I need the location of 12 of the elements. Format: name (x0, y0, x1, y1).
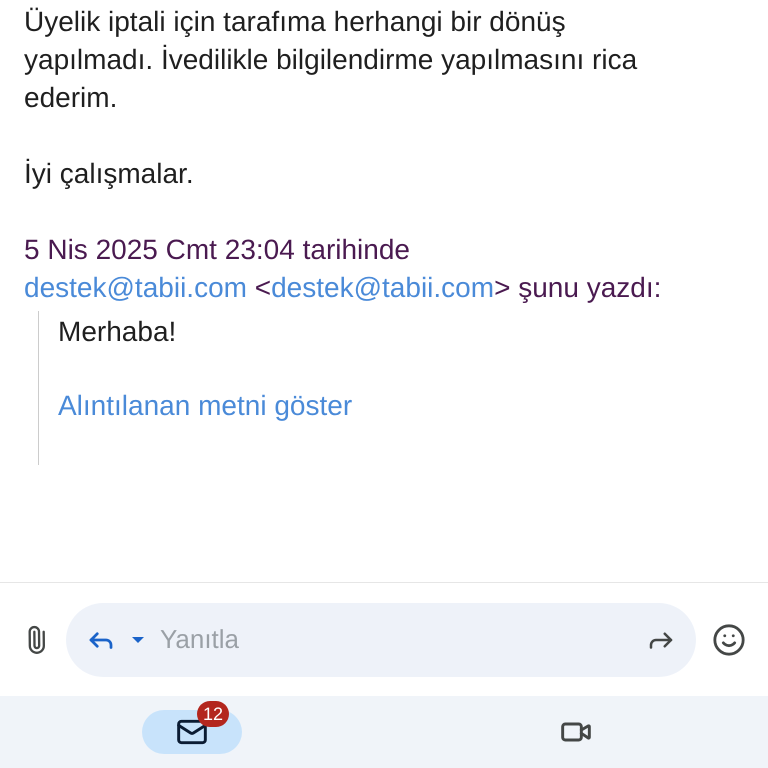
quoted-text: Merhaba! (58, 315, 178, 349)
unread-badge: 12 (197, 701, 230, 727)
caret-icon[interactable] (130, 634, 146, 644)
reply-field[interactable]: Yanıtla (66, 602, 696, 676)
show-quoted-text-link[interactable]: Alıntılanan metni göster (58, 387, 744, 425)
emoji-icon[interactable] (712, 622, 746, 656)
email-link[interactable]: destek@tabii.com (271, 272, 494, 303)
message-paragraph: İyi çalışmalar. (24, 157, 195, 191)
message-paragraph: Üyelik iptali için tarafıma herhangi bir dönüş yapılmadı. İvedilikle bilgilendirme yapılmasını rica ederim. (24, 5, 638, 115)
reply-attribution: 5 Nis 2025 Cmt 23:04 tarihinde destek@tabii.com <destek@tabii.com> şunu yazdı: (24, 233, 662, 305)
reply-input[interactable]: Yanıtla (160, 620, 640, 659)
sender-link[interactable]: destek@tabii.com (24, 272, 247, 303)
